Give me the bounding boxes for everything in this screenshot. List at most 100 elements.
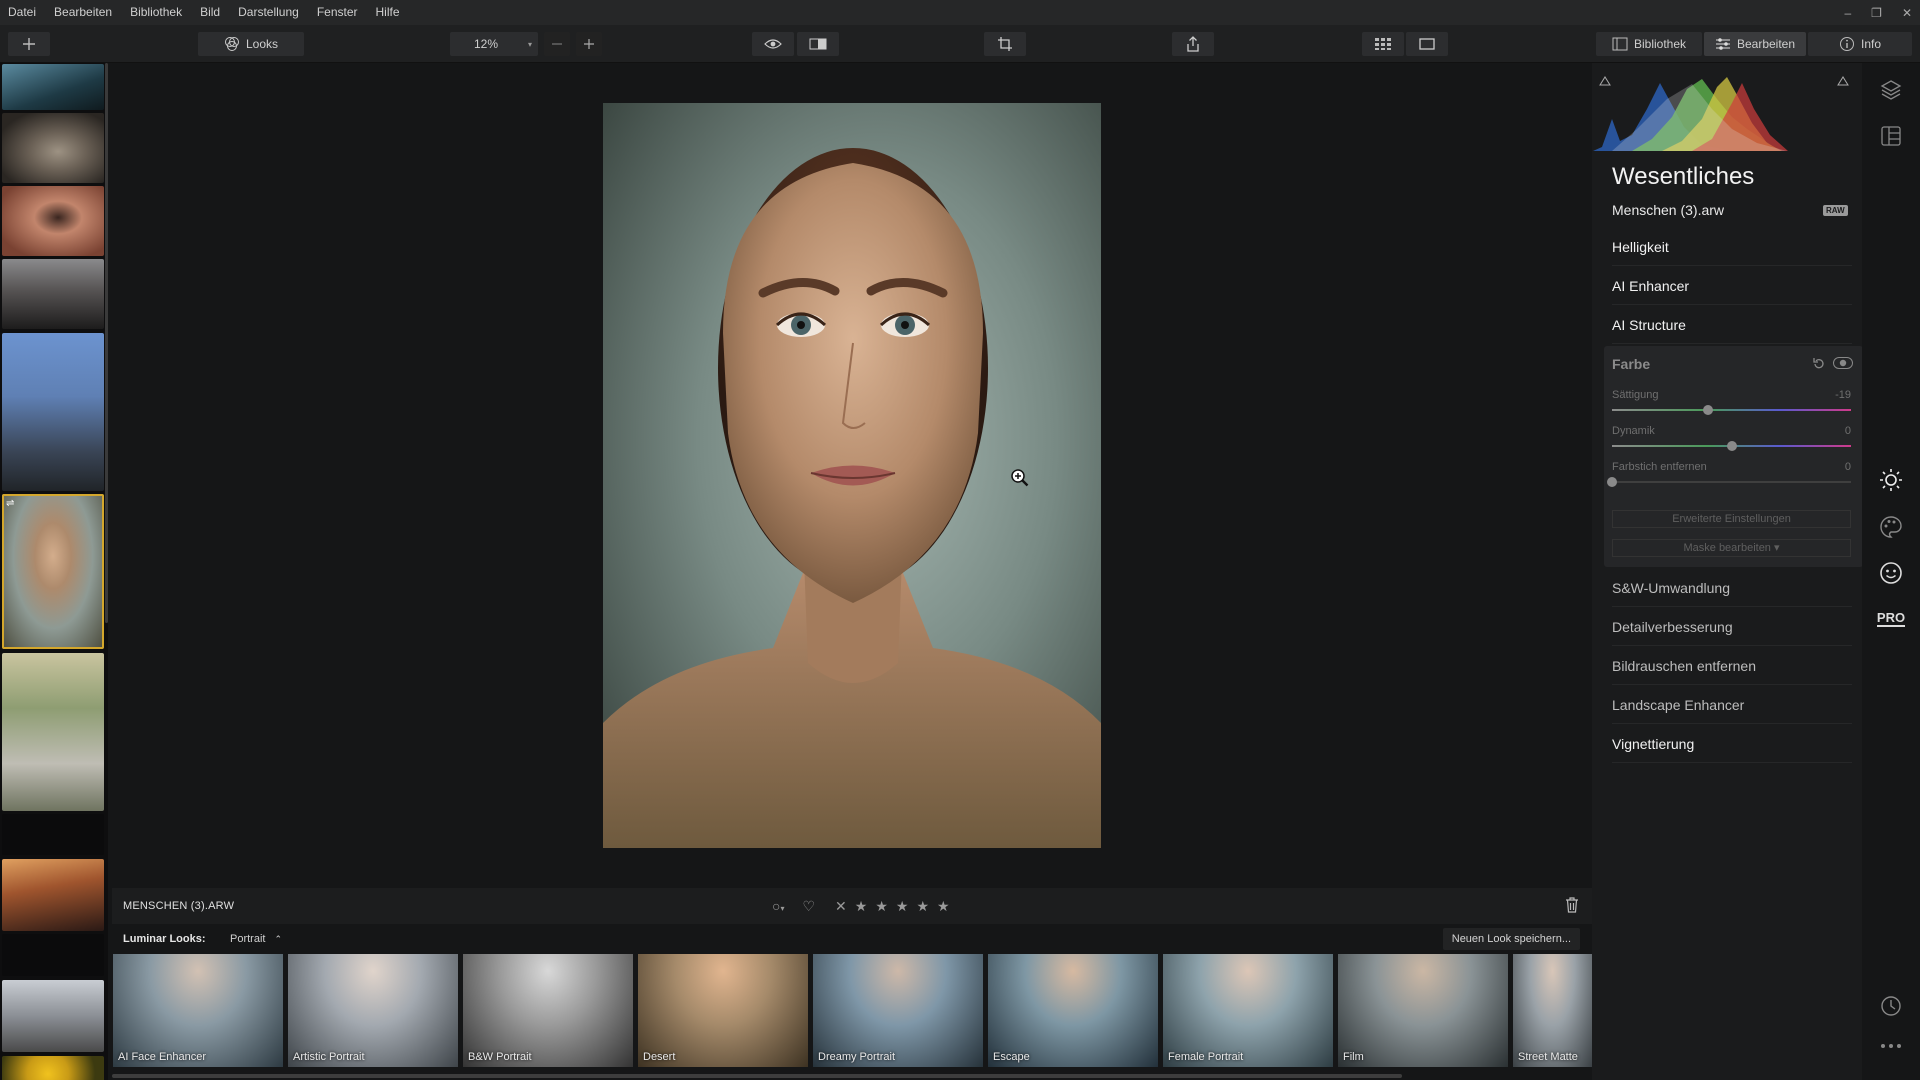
farbe-title[interactable]: Farbe bbox=[1612, 356, 1650, 372]
thumb-dark[interactable] bbox=[2, 814, 104, 855]
look-dreamy-portrait[interactable]: Dreamy Portrait bbox=[813, 954, 983, 1067]
looks-button[interactable]: Looks bbox=[198, 32, 304, 56]
thumb-landscape-lake[interactable] bbox=[2, 64, 104, 110]
thumb-dark-2[interactable] bbox=[2, 934, 104, 976]
reject-icon[interactable]: ✕ bbox=[835, 898, 847, 915]
looks-category-select[interactable]: Portrait ⌃ bbox=[230, 933, 282, 945]
looks-icon bbox=[224, 37, 239, 51]
farbstich-value[interactable]: 0 bbox=[1845, 461, 1851, 473]
canvas-icon[interactable] bbox=[1862, 125, 1920, 147]
menu-bild[interactable]: Bild bbox=[191, 0, 229, 25]
portrait-face-icon[interactable] bbox=[1862, 561, 1920, 585]
zoom-out-button[interactable] bbox=[544, 32, 570, 56]
star-1-icon[interactable]: ★ bbox=[855, 898, 868, 915]
thumb-new-york[interactable] bbox=[2, 333, 104, 491]
crop-button[interactable] bbox=[984, 32, 1026, 56]
look-bw-portrait[interactable]: B&W Portrait bbox=[463, 954, 633, 1067]
visibility-toggle-icon[interactable] bbox=[1833, 357, 1853, 369]
window-controls: – ❐ ✕ bbox=[1844, 0, 1912, 25]
close-icon[interactable]: ✕ bbox=[1902, 6, 1912, 20]
chevron-up-icon: ⌃ bbox=[274, 934, 283, 944]
star-5-icon[interactable]: ★ bbox=[937, 898, 950, 915]
save-new-look-button[interactable]: Neuen Look speichern... bbox=[1442, 928, 1580, 950]
more-options-icon[interactable] bbox=[1862, 1043, 1920, 1049]
star-4-icon[interactable]: ★ bbox=[916, 898, 929, 915]
tab-bibliothek[interactable]: Bibliothek bbox=[1596, 32, 1702, 56]
farbstich-slider-track[interactable] bbox=[1612, 481, 1851, 483]
single-view-button[interactable] bbox=[1406, 32, 1448, 56]
star-3-icon[interactable]: ★ bbox=[896, 898, 909, 915]
thumb-cyclist[interactable] bbox=[2, 980, 104, 1052]
thumb-woman-field[interactable] bbox=[2, 653, 104, 811]
section-detailverbesserung[interactable]: Detailverbesserung bbox=[1612, 608, 1852, 646]
plus-icon bbox=[584, 39, 594, 49]
thumb-eye[interactable] bbox=[2, 186, 104, 256]
saettigung-slider-track[interactable] bbox=[1612, 409, 1851, 411]
look-street-matte[interactable]: Street Matte bbox=[1513, 954, 1592, 1067]
section-ai-structure[interactable]: AI Structure bbox=[1612, 306, 1852, 344]
dynamik-value[interactable]: 0 bbox=[1845, 425, 1851, 437]
look-ai-face-enhancer[interactable]: AI Face Enhancer bbox=[113, 954, 283, 1067]
essentials-sun-icon[interactable] bbox=[1862, 468, 1920, 492]
layers-icon[interactable] bbox=[1862, 79, 1920, 101]
plus-icon bbox=[23, 38, 35, 50]
look-name: Street Matte bbox=[1518, 1051, 1578, 1063]
restore-icon[interactable]: ❐ bbox=[1871, 6, 1882, 20]
tab-info[interactable]: Info bbox=[1808, 32, 1912, 56]
history-clock-icon[interactable] bbox=[1862, 995, 1920, 1017]
look-name: Female Portrait bbox=[1168, 1051, 1244, 1063]
dynamik-slider-knob[interactable] bbox=[1726, 441, 1737, 451]
zoom-select[interactable]: 12% ▾ bbox=[450, 32, 538, 56]
thumb-sunflower[interactable] bbox=[2, 1056, 104, 1080]
section-bildrauschen-entfernen[interactable]: Bildrauschen entfernen bbox=[1612, 647, 1852, 685]
chevron-down-icon: ▾ bbox=[527, 39, 532, 49]
color-label-icon[interactable]: ○▾ bbox=[772, 898, 784, 914]
thumb-portrait-selected[interactable]: ⇌ bbox=[2, 494, 104, 649]
tab-bearbeiten[interactable]: Bearbeiten bbox=[1704, 32, 1806, 56]
menu-hilfe[interactable]: Hilfe bbox=[367, 0, 409, 25]
section-helligkeit[interactable]: Helligkeit bbox=[1612, 228, 1852, 266]
image-filename: MENSCHEN (3).ARW bbox=[123, 900, 235, 912]
section-ai-enhancer[interactable]: AI Enhancer bbox=[1612, 267, 1852, 305]
section-vignettierung[interactable]: Vignettierung bbox=[1612, 725, 1852, 763]
section-farbe: Farbe Sättigung -19 Dynamik 0 Farbstich … bbox=[1604, 346, 1863, 567]
look-name: Escape bbox=[993, 1051, 1030, 1063]
add-images-button[interactable] bbox=[8, 32, 50, 56]
grid-view-button[interactable] bbox=[1362, 32, 1404, 56]
tab-bearbeiten-label: Bearbeiten bbox=[1736, 37, 1796, 51]
favorite-heart-icon[interactable]: ♡ bbox=[802, 898, 815, 915]
section-landscape-enhancer[interactable]: Landscape Enhancer bbox=[1612, 686, 1852, 724]
minimize-icon[interactable]: – bbox=[1844, 6, 1851, 20]
panel-title: Wesentliches bbox=[1612, 163, 1755, 190]
thumb-woman-city[interactable] bbox=[2, 259, 104, 329]
preview-button[interactable] bbox=[752, 32, 794, 56]
menu-bibliothek[interactable]: Bibliothek bbox=[121, 0, 191, 25]
farbstich-slider-knob[interactable] bbox=[1607, 477, 1617, 487]
creative-palette-icon[interactable] bbox=[1862, 515, 1920, 539]
reset-icon[interactable] bbox=[1813, 357, 1825, 369]
look-female-portrait[interactable]: Female Portrait bbox=[1163, 954, 1333, 1067]
look-escape[interactable]: Escape bbox=[988, 954, 1158, 1067]
menu-datei[interactable]: Datei bbox=[0, 0, 45, 25]
trash-icon[interactable] bbox=[1565, 897, 1579, 913]
star-2-icon[interactable]: ★ bbox=[875, 898, 888, 915]
menu-fenster[interactable]: Fenster bbox=[308, 0, 367, 25]
look-artistic-portrait[interactable]: Artistic Portrait bbox=[288, 954, 458, 1067]
compare-button[interactable] bbox=[797, 32, 839, 56]
thumb-cat[interactable] bbox=[2, 113, 104, 183]
section-sw-umwandlung[interactable]: S&W-Umwandlung bbox=[1612, 569, 1852, 607]
look-desert[interactable]: Desert bbox=[638, 954, 808, 1067]
menu-bearbeiten[interactable]: Bearbeiten bbox=[45, 0, 121, 25]
looks-bar: Luminar Looks: Portrait ⌃ Neuen Look spe… bbox=[112, 924, 1592, 954]
saettigung-value[interactable]: -19 bbox=[1835, 389, 1851, 401]
share-button[interactable] bbox=[1172, 32, 1214, 56]
thumb-sunset-street[interactable] bbox=[2, 859, 104, 931]
zoom-in-button[interactable] bbox=[576, 32, 602, 56]
look-film[interactable]: Film bbox=[1338, 954, 1508, 1067]
menu-darstellung[interactable]: Darstellung bbox=[229, 0, 308, 25]
looks-scrollbar[interactable] bbox=[112, 1074, 1402, 1078]
maske-bearbeiten-button[interactable]: Maske bearbeiten ▾ bbox=[1612, 539, 1851, 557]
erweiterte-einstellungen-button[interactable]: Erweiterte Einstellungen bbox=[1612, 510, 1851, 528]
pro-icon[interactable]: PRO bbox=[1862, 611, 1920, 627]
saettigung-slider-knob[interactable] bbox=[1702, 405, 1713, 415]
